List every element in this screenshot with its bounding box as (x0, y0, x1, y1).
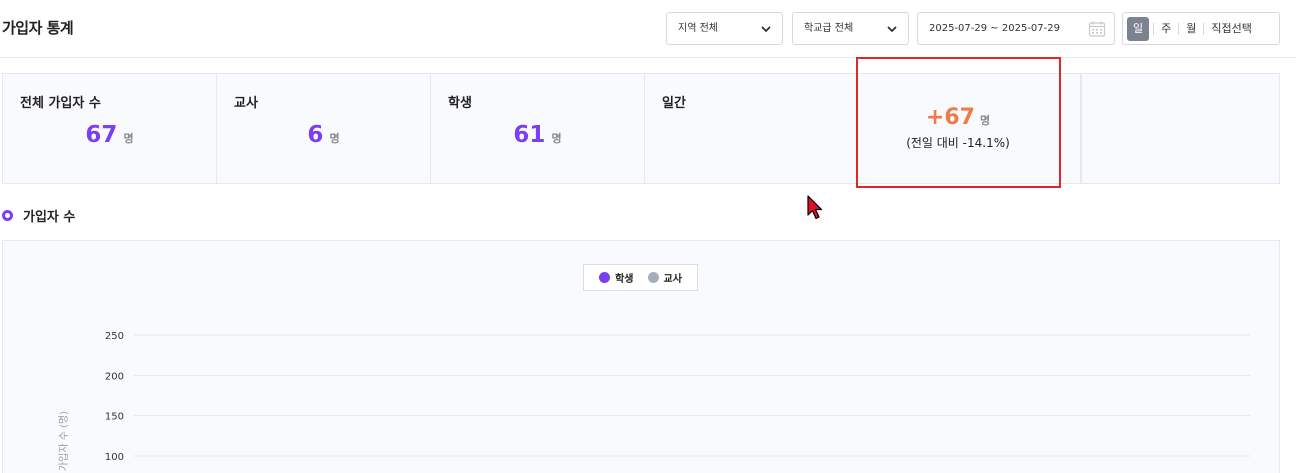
page-title: 가입자 통계 (2, 19, 74, 37)
legend-dot-teacher (647, 272, 659, 283)
calendar-icon[interactable] (1088, 20, 1106, 38)
stat-student-unit: 명 (551, 132, 562, 145)
chevron-down-icon (887, 26, 897, 32)
school-level-select[interactable]: 학교급 전체 (792, 12, 909, 45)
stat-student-value: 61 (513, 122, 546, 148)
y-tick-label: 250 (105, 331, 124, 342)
region-select-value: 지역 전체 (678, 23, 718, 34)
stat-daily-label: 일간 (662, 96, 686, 111)
stat-student: 학생 61 명 (431, 74, 645, 183)
period-month-button[interactable]: 월 (1179, 19, 1203, 39)
school-level-select-value: 학교급 전체 (804, 23, 854, 34)
stat-teacher-unit: 명 (329, 132, 340, 145)
y-tick-label: 150 (105, 412, 124, 423)
stat-student-label: 학생 (448, 96, 472, 111)
y-axis-label: 가입자 수 (명) (57, 411, 70, 471)
section-header: 가입자 수 (0, 206, 75, 225)
stat-teacher: 교사 6명 (217, 74, 431, 183)
page-header: 가입자 통계 지역 전체 학교급 전체 2025-07-29 ~ 2025-07… (0, 0, 1296, 58)
date-range-value: 2025-07-29 ~ 2025-07-29 (929, 23, 1060, 34)
mouse-cursor-icon (807, 195, 823, 220)
legend-item-teacher[interactable]: 교사 (647, 270, 682, 285)
legend-label-student: 학생 (615, 274, 634, 285)
legend-dot-student (599, 272, 611, 283)
stats-divider (1081, 74, 1082, 183)
stat-teacher-value: 6 (307, 122, 324, 148)
period-day-button[interactable]: 일 (1127, 16, 1150, 41)
legend-item-student[interactable]: 학생 (599, 270, 634, 285)
period-custom-button[interactable]: 직접선택 (1204, 19, 1258, 39)
stat-total: 전체 가입자 수 67 명 (3, 74, 217, 183)
stat-total-value: 67 (85, 122, 118, 148)
stat-total-unit: 명 (123, 132, 134, 145)
stat-total-label: 전체 가입자 수 (20, 96, 101, 111)
stat-teacher-label: 교사 (234, 96, 258, 111)
chevron-down-icon (761, 26, 771, 32)
period-week-button[interactable]: 주 (1154, 19, 1178, 39)
y-tick-label: 100 (105, 452, 124, 463)
section-bullet-icon (2, 210, 13, 221)
highlight-box (856, 57, 1061, 188)
section-title: 가입자 수 (23, 210, 76, 225)
y-tick-label: 200 (105, 371, 124, 382)
legend-label-teacher: 교사 (663, 274, 682, 285)
date-range-input[interactable]: 2025-07-29 ~ 2025-07-29 (917, 12, 1115, 45)
stats-summary: 전체 가입자 수 67 명 교사 6명 학생 61 명 일간 (2, 73, 1280, 184)
region-select[interactable]: 지역 전체 (666, 12, 783, 45)
period-toggle-group: 일 주 월 직접선택 (1122, 12, 1280, 45)
chart-legend: 학생 교사 (583, 264, 698, 291)
